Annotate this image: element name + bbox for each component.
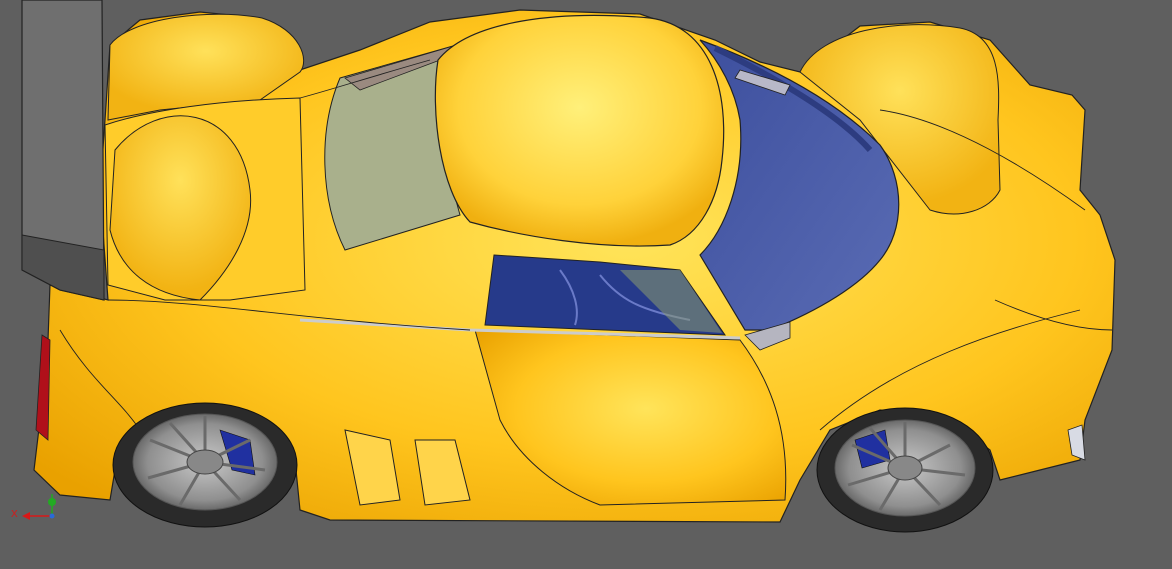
front-wheel [816,407,994,533]
rear-wheel [112,402,298,528]
x-axis-arrow [22,512,30,520]
car-model-scene[interactable] [0,0,1172,569]
cad-viewport[interactable]: X [0,0,1172,569]
z-axis-origin [49,513,55,519]
orientation-triad[interactable]: X [8,484,68,524]
y-axis-node [48,498,56,506]
taillight [35,334,51,441]
x-axis-label: X [11,509,18,520]
roof [434,14,725,247]
